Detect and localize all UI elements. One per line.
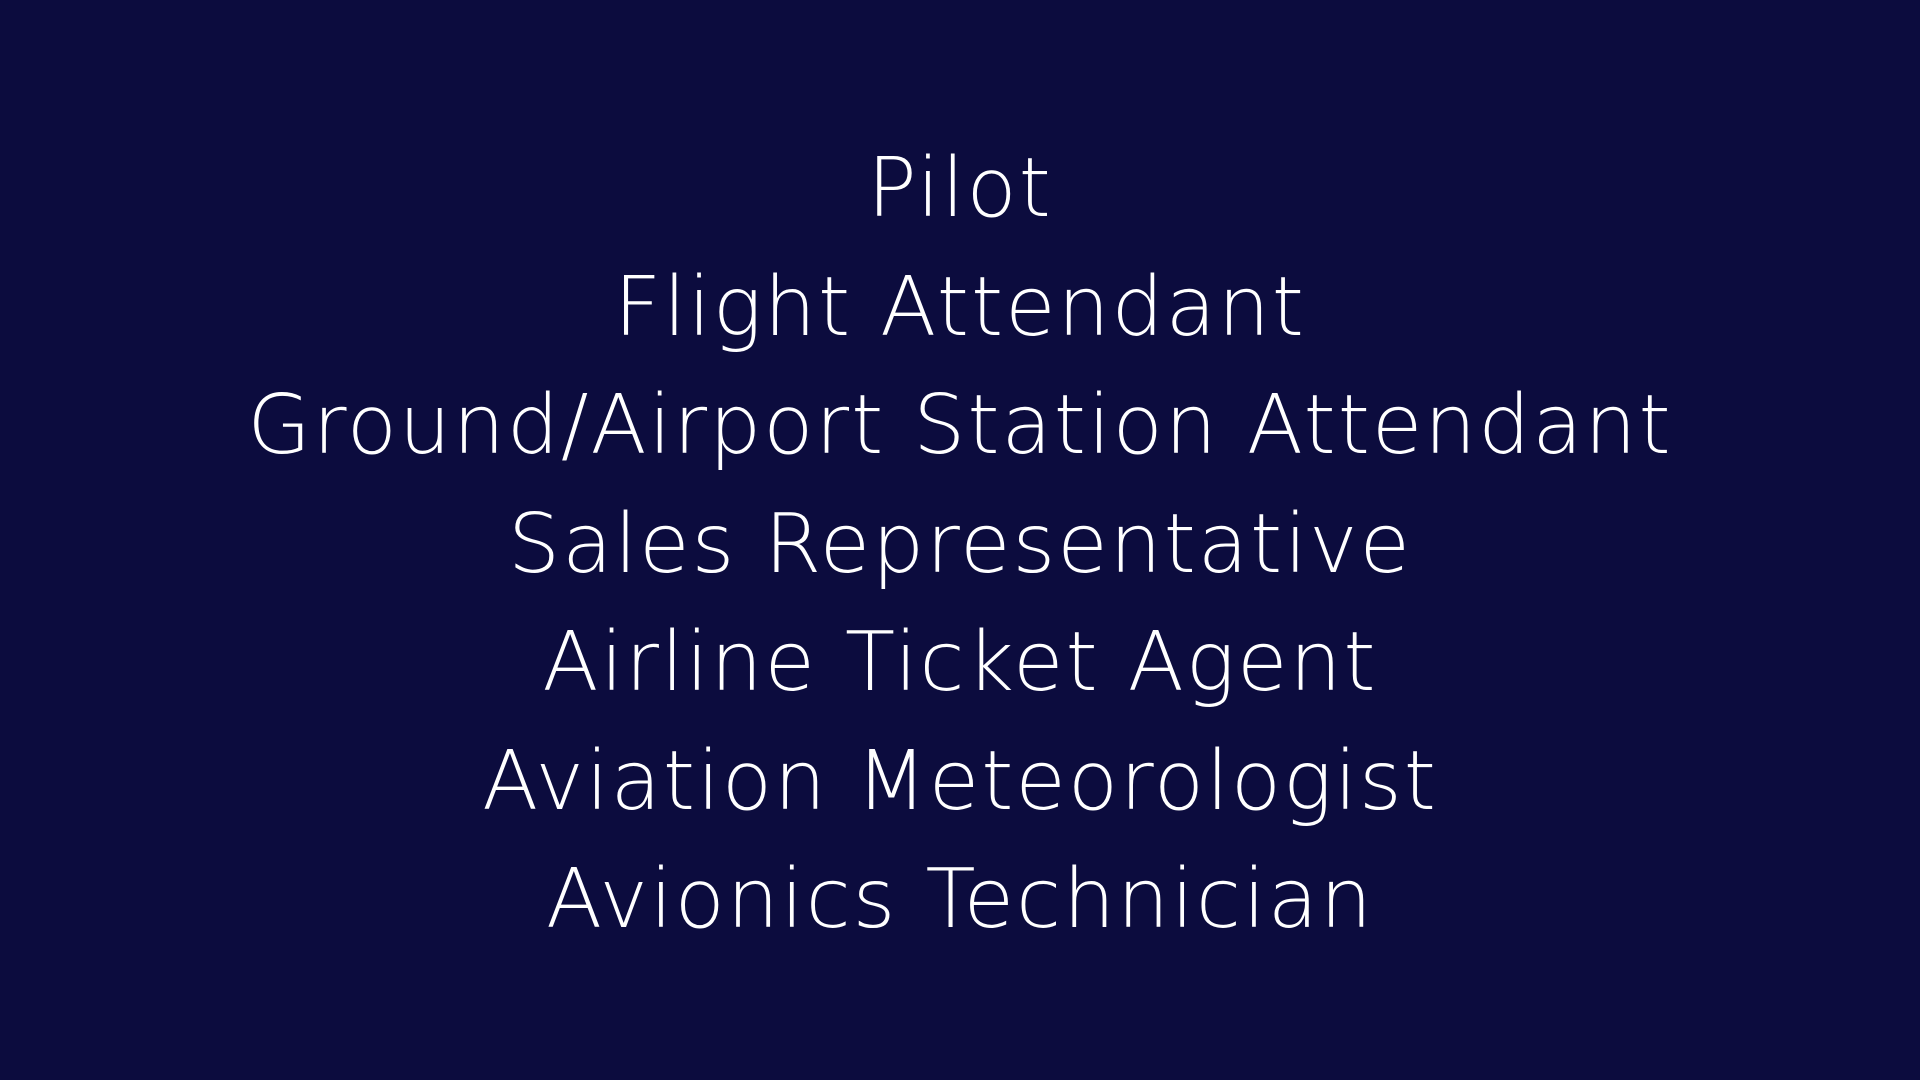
slide: Pilot Flight Attendant Ground/Airport St…: [0, 0, 1920, 1080]
job-title-ground-airport-station-attendant: Ground/Airport Station Attendant: [247, 378, 1673, 473]
job-title-pilot: Pilot: [867, 141, 1053, 236]
job-title-flight-attendant: Flight Attendant: [614, 259, 1306, 355]
job-title-airline-ticket-agent: Airline Ticket Agent: [542, 615, 1378, 710]
job-title-aviation-meteorologist: Aviation Meteorologist: [482, 733, 1438, 829]
job-title-avionics-technician: Avionics Technician: [546, 852, 1374, 947]
job-title-sales-representative: Sales Representative: [508, 496, 1412, 592]
job-title-list: Pilot Flight Attendant Ground/Airport St…: [0, 130, 1920, 960]
